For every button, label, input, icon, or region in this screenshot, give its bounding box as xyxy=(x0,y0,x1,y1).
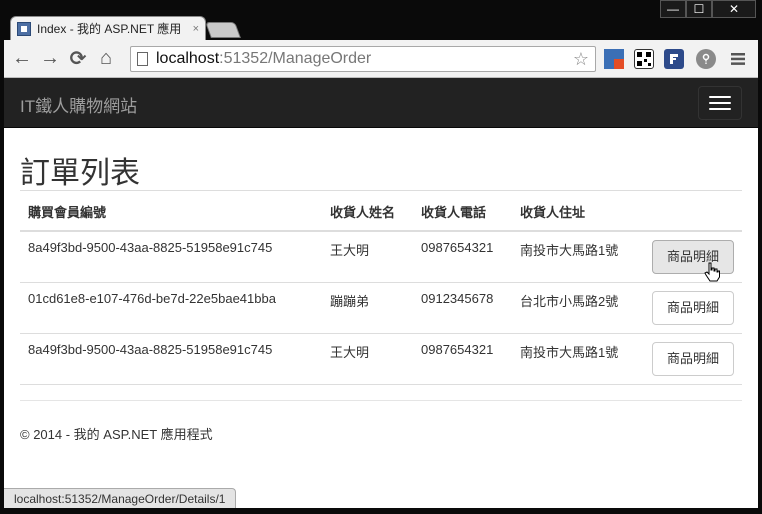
address-cell: 南投市大馬路1號 xyxy=(512,231,640,283)
site-navbar: IT鐵人購物網站 xyxy=(4,78,758,128)
html5-extension-icon[interactable] xyxy=(604,49,624,69)
site-brand-link[interactable]: IT鐵人購物網站 xyxy=(20,92,137,117)
tab-title: Index - 我的 ASP.NET 應用 xyxy=(37,22,182,36)
status-bar-url: localhost:51352/ManageOrder/Details/1 xyxy=(4,488,237,508)
order-table: 購買會員編號 收貨人姓名 收貨人電話 收貨人住址 8a49f3bd-9500-4… xyxy=(20,193,742,385)
address-bar[interactable]: localhost :51352/ManageOrder ☆ xyxy=(130,46,596,72)
address-cell: 台北市小馬路2號 xyxy=(512,282,640,334)
table-row: 8a49f3bd-9500-43aa-8825-51958e91c745 王大明… xyxy=(20,231,742,283)
footer-text: © 2014 - 我的 ASP.NET 應用程式 xyxy=(20,427,213,442)
feedly-extension-icon[interactable] xyxy=(664,49,684,69)
action-cell: 商品明細 xyxy=(640,231,742,283)
page-icon xyxy=(137,52,148,66)
phone-cell: 0987654321 xyxy=(413,231,512,283)
phone-cell: 0912345678 xyxy=(413,282,512,334)
url-path: :51352/ManageOrder xyxy=(219,50,372,67)
column-header-phone: 收貨人電話 xyxy=(413,193,512,232)
hamburger-bar-icon xyxy=(709,96,731,98)
page-favicon-icon xyxy=(17,21,31,36)
name-cell: 王大明 xyxy=(322,333,413,385)
window-controls: — ☐ ✕ xyxy=(660,0,756,18)
column-header-address: 收貨人住址 xyxy=(512,193,640,232)
tab-close-icon[interactable]: × xyxy=(193,23,199,35)
maximize-button[interactable]: ☐ xyxy=(686,0,712,18)
address-cell: 南投市大馬路1號 xyxy=(512,333,640,385)
phone-cell: 0987654321 xyxy=(413,333,512,385)
qr-code-extension-icon[interactable] xyxy=(634,49,654,69)
back-button[interactable]: ← xyxy=(8,45,36,73)
url-host: localhost xyxy=(156,50,220,67)
action-cell: 商品明細 xyxy=(640,282,742,334)
product-details-button[interactable]: 商品明細 xyxy=(652,342,734,376)
bookmark-star-icon[interactable]: ☆ xyxy=(573,49,589,70)
column-header-actions xyxy=(640,193,742,232)
help-extension-icon[interactable] xyxy=(696,49,716,69)
name-cell: 王大明 xyxy=(322,231,413,283)
column-header-name: 收貨人姓名 xyxy=(322,193,413,232)
member-id-cell: 01cd61e8-e107-476d-be7d-22e5bae41bba xyxy=(20,282,322,334)
product-details-button[interactable]: 商品明細 xyxy=(652,240,734,274)
close-window-button[interactable]: ✕ xyxy=(712,0,756,18)
minimize-button[interactable]: — xyxy=(660,0,686,18)
reload-button[interactable]: ⟳ xyxy=(64,45,92,73)
member-id-cell: 8a49f3bd-9500-43aa-8825-51958e91c745 xyxy=(20,231,322,283)
action-cell: 商品明細 xyxy=(640,333,742,385)
browser-window: Index - 我的 ASP.NET 應用 × — ☐ ✕ ← → ⟳ ⌂ lo… xyxy=(0,0,762,514)
browser-tab[interactable]: Index - 我的 ASP.NET 應用 × xyxy=(10,16,206,40)
navbar-toggle-button[interactable] xyxy=(698,86,742,120)
table-row: 01cd61e8-e107-476d-be7d-22e5bae41bba 蹦蹦弟… xyxy=(20,282,742,334)
hamburger-bar-icon xyxy=(709,102,731,104)
page-content: IT鐵人購物網站 訂單列表 購買會員編號 收貨人姓名 收貨人電話 收貨人住址 8… xyxy=(4,78,758,508)
hand-cursor-icon xyxy=(704,262,720,282)
table-row: 8a49f3bd-9500-43aa-8825-51958e91c745 王大明… xyxy=(20,333,742,385)
hamburger-bar-icon xyxy=(709,108,731,110)
name-cell: 蹦蹦弟 xyxy=(322,282,413,334)
browser-toolbar: ← → ⟳ ⌂ localhost :51352/ManageOrder ☆ xyxy=(4,40,758,78)
product-details-button[interactable]: 商品明細 xyxy=(652,291,734,325)
page-title: 訂單列表 xyxy=(20,157,140,190)
title-divider xyxy=(20,190,742,191)
footer-divider xyxy=(20,400,742,401)
new-tab-button[interactable] xyxy=(205,22,241,38)
home-button[interactable]: ⌂ xyxy=(92,45,120,73)
forward-button[interactable]: → xyxy=(36,45,64,73)
chrome-menu-icon[interactable] xyxy=(728,49,748,69)
member-id-cell: 8a49f3bd-9500-43aa-8825-51958e91c745 xyxy=(20,333,322,385)
column-header-member-id: 購買會員編號 xyxy=(20,193,322,232)
table-header-row: 購買會員編號 收貨人姓名 收貨人電話 收貨人住址 xyxy=(20,193,742,232)
